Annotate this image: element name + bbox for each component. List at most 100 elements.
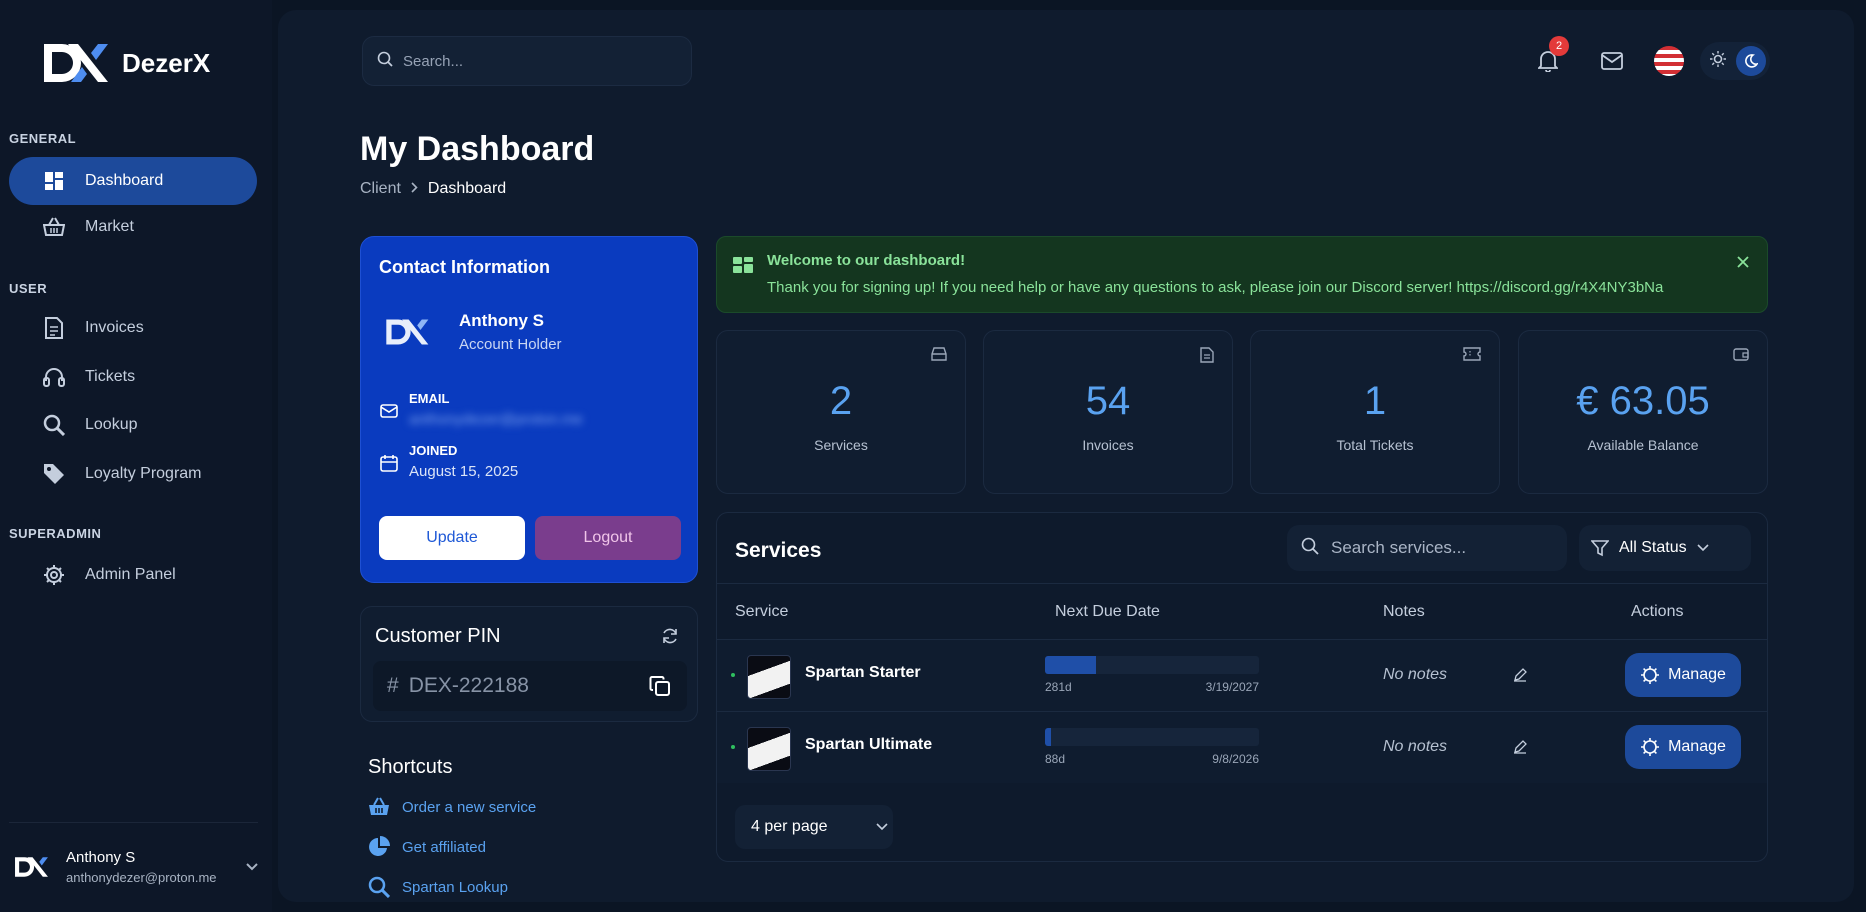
service-notes: No notes — [1383, 666, 1448, 683]
sidebar-item-tickets[interactable]: Tickets — [9, 353, 257, 401]
theme-toggle[interactable] — [1700, 42, 1770, 80]
breadcrumb-item-dashboard: Dashboard — [427, 180, 507, 197]
stat-card-tickets: 1 Total Tickets — [1250, 330, 1500, 494]
user-menu[interactable]: Anthony S anthonydezer@proton.me — [14, 842, 258, 892]
brand-logo[interactable]: DezerX — [42, 42, 210, 84]
sidebar: DezerX GENERAL Dashboard Market USER Inv… — [0, 0, 272, 912]
sidebar-divider — [9, 822, 258, 823]
column-header-actions: Actions — [1631, 602, 1684, 620]
close-icon[interactable] — [1737, 255, 1749, 273]
headset-icon — [43, 366, 65, 388]
search-icon — [1301, 537, 1319, 560]
sidebar-item-market[interactable]: Market — [9, 203, 257, 251]
stat-label: Total Tickets — [1336, 437, 1414, 453]
invoice-icon — [43, 317, 65, 339]
shortcut-order-service[interactable]: Order a new service — [368, 797, 536, 817]
sidebar-item-label: Lookup — [85, 416, 138, 433]
services-search-input[interactable] — [1331, 538, 1551, 558]
joined-label: JOINED — [409, 443, 458, 458]
welcome-banner: Welcome to our dashboard! Thank you for … — [716, 236, 1768, 313]
shortcut-get-affiliated[interactable]: Get affiliated — [368, 836, 486, 858]
due-progress-fill — [1045, 656, 1097, 674]
shortcut-label: Order a new service — [402, 798, 537, 816]
contact-card: Contact Information Anthony S Account Ho… — [360, 236, 698, 583]
chevron-right-icon — [411, 180, 418, 198]
services-table-header: Service Next Due Date Notes Actions — [717, 583, 1767, 639]
stat-value: 54 — [1085, 379, 1131, 423]
dashboard-icon — [43, 170, 65, 192]
sidebar-item-invoices[interactable]: Invoices — [9, 304, 257, 352]
customer-pin-title: Customer PIN — [375, 625, 501, 647]
global-search[interactable] — [362, 36, 692, 86]
contact-title: Contact Information — [379, 257, 550, 277]
search-icon — [43, 414, 65, 436]
avatar — [15, 857, 48, 877]
services-search[interactable] — [1287, 525, 1567, 571]
sidebar-item-dashboard[interactable]: Dashboard — [9, 157, 257, 205]
per-page-value: 4 per page — [751, 818, 828, 835]
avatar — [386, 319, 429, 345]
mail-icon — [380, 404, 398, 418]
service-thumbnail — [747, 727, 791, 771]
breadcrumb-item-client[interactable]: Client — [360, 180, 401, 198]
notifications-button[interactable]: 2 — [1531, 36, 1569, 78]
due-date: 9/8/2026 — [1212, 752, 1259, 766]
user-info: Anthony S anthonydezer@proton.me — [66, 849, 217, 885]
pencil-icon[interactable] — [1513, 740, 1527, 759]
logout-button[interactable]: Logout — [535, 516, 681, 560]
status-dot — [731, 673, 735, 677]
pencil-icon[interactable] — [1513, 668, 1527, 687]
server-icon — [931, 347, 947, 361]
sidebar-item-label: Market — [85, 218, 134, 235]
joined-value: August 15, 2025 — [409, 463, 519, 480]
column-header-next-due-date: Next Due Date — [1055, 602, 1160, 620]
brand-name: DezerX — [122, 47, 211, 78]
shortcut-label: Get affiliated — [402, 838, 486, 856]
moon-icon[interactable] — [1736, 46, 1766, 76]
column-header-notes: Notes — [1383, 602, 1425, 620]
stat-card-invoices: 54 Invoices — [983, 330, 1233, 494]
user-email: anthonydezer@proton.me — [66, 870, 217, 885]
sun-icon[interactable] — [1710, 50, 1726, 72]
column-header-service: Service — [735, 602, 789, 620]
per-page-dropdown[interactable]: 4 per page — [735, 805, 893, 849]
manage-label: Manage — [1668, 666, 1726, 683]
chevron-down-icon[interactable] — [246, 858, 258, 876]
services-title: Services — [735, 539, 822, 562]
stat-value: 2 — [829, 379, 853, 423]
service-notes: No notes — [1383, 738, 1448, 755]
table-row[interactable]: Spartan Starter 281d 3/19/2027 No notes … — [717, 639, 1767, 711]
search-input[interactable] — [403, 52, 663, 70]
breadcrumb: Client Dashboard — [360, 180, 506, 198]
manage-button[interactable]: Manage — [1625, 725, 1741, 769]
shortcut-label: Spartan Lookup — [402, 878, 508, 896]
customer-pin-field: # DEX-222188 — [373, 661, 687, 711]
chevron-down-icon — [875, 823, 888, 831]
sidebar-item-loyalty-program[interactable]: Loyalty Program — [9, 450, 257, 498]
refresh-icon[interactable] — [661, 627, 679, 650]
update-button[interactable]: Update — [379, 516, 525, 560]
welcome-text: Thank you for signing up! If you need he… — [767, 279, 1664, 296]
shortcut-spartan-lookup[interactable]: Spartan Lookup — [368, 876, 508, 898]
email-label: EMAIL — [409, 391, 450, 406]
mail-icon — [1601, 52, 1623, 70]
days-remaining: 281d — [1045, 680, 1072, 694]
chevron-down-icon — [1697, 544, 1709, 552]
sidebar-item-lookup[interactable]: Lookup — [9, 401, 257, 449]
email-value: anthonydezer@proton.me — [409, 411, 583, 428]
messages-button[interactable] — [1595, 44, 1629, 78]
manage-label: Manage — [1668, 738, 1726, 755]
dashboard-icon — [733, 257, 753, 273]
sidebar-item-admin-panel[interactable]: Admin Panel — [9, 551, 257, 599]
sidebar-item-label: Invoices — [85, 319, 144, 336]
due-progress-fill — [1045, 728, 1052, 746]
wallet-icon — [1733, 348, 1749, 361]
tag-icon — [43, 463, 65, 485]
copy-icon[interactable] — [649, 675, 671, 703]
language-selector[interactable] — [1652, 44, 1686, 78]
status-filter-dropdown[interactable]: All Status — [1579, 525, 1751, 571]
table-row[interactable]: Spartan Ultimate 88d 9/8/2026 No notes M… — [717, 711, 1767, 783]
manage-button[interactable]: Manage — [1625, 653, 1741, 697]
status-dot — [731, 745, 735, 749]
stat-value: 1 — [1363, 379, 1387, 423]
